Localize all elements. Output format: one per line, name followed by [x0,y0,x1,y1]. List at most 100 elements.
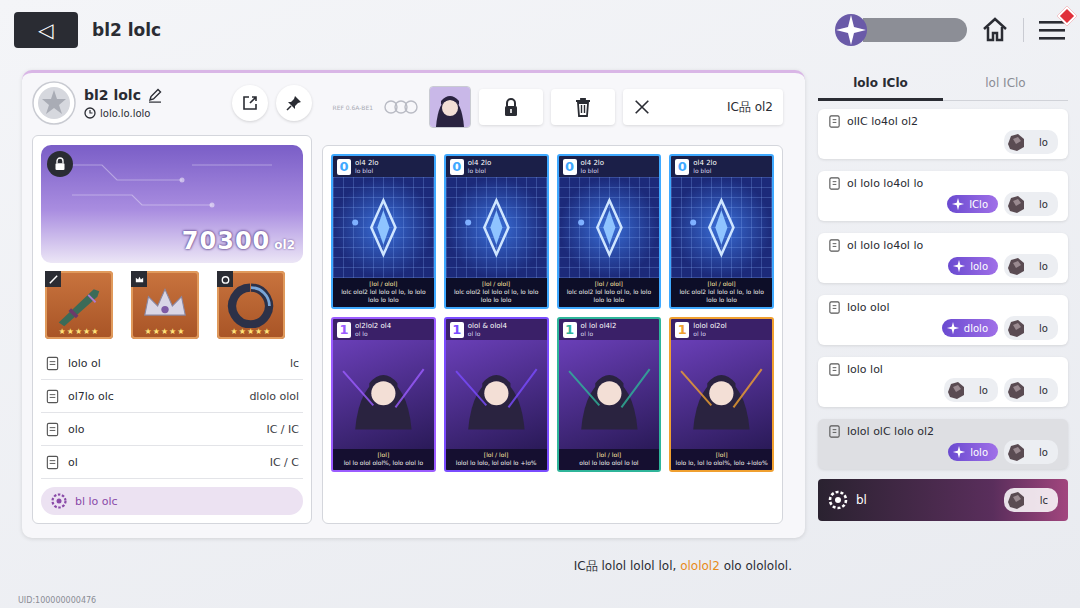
version-tag: REF 0.6A-BE1 [322,104,373,111]
stat-icon [45,455,60,470]
filter-button[interactable]: IC品 ol2 [623,89,783,125]
pin-icon [285,94,303,112]
stat-icon [45,389,60,404]
deck-card[interactable]: 1lolol ol2olol lo[lol]lolo lo, lol lo ol… [669,317,774,472]
side-panel: lolo IClolol ICloolIC lo4ol ol2lool lolo… [818,70,1068,538]
card-name: ol4 2lo [693,159,717,167]
back-icon: ◁ [38,18,53,42]
material-item: lo [1004,378,1058,402]
gear-icon [828,490,848,510]
card-name: ol2lol2 ol4 [355,322,391,330]
slot-type-icon [45,271,61,287]
spark-icon [952,259,966,273]
card-tag: [lol / lol] [597,451,622,458]
sword-icon [51,282,107,328]
crystal-icon [671,177,772,278]
card-name: olol & olol4 [468,322,507,330]
edit-icon[interactable] [147,87,163,103]
skill-count: lc [1004,488,1058,512]
share-button[interactable] [232,85,268,121]
deck-cover[interactable]: 70300ol2 [41,145,303,263]
lock-button[interactable] [479,89,543,125]
deck-card[interactable]: 0ol4 2lolo blol[lol / olol]lolc olol2 lo… [331,154,436,309]
crystal-icon [333,177,434,278]
material-item: lo [1004,440,1058,464]
card-description: lolc olol2 lol lolo ol lo, lo lolo lolo … [675,288,768,303]
card-cost: 0 [337,159,351,175]
card-tag: [lol / olol] [595,280,623,287]
card-cost: 0 [563,159,577,175]
delete-button[interactable] [551,89,615,125]
card-type: lo blol [581,167,605,174]
side-entry[interactable]: lolo lollolo [818,357,1068,407]
equipment-slot[interactable]: ★★★★★ [217,271,285,339]
character-avatar[interactable] [429,86,471,128]
card-name: ol4 2lo [581,159,605,167]
equipment-stars: ★★★★★ [59,328,100,339]
side-entry[interactable]: ol lolo lo4ol lo lololo [818,233,1068,283]
card-type: ol lo [693,330,727,337]
card-name: ol4 2lo [355,159,379,167]
ore-icon [1004,192,1028,216]
card-description: lolc olol2 lol lolo ol lo, lo lolo lolo … [563,288,656,303]
side-entry[interactable]: lolo olol dlololo [818,295,1068,345]
ore-icon [1004,378,1028,402]
entry-icon [828,425,841,438]
character-art-icon [333,340,434,449]
card-cost: 0 [675,159,689,175]
back-button[interactable]: ◁ [14,12,78,48]
card-type: ol lo [468,330,507,337]
stat-icon [45,356,60,371]
card-art [333,340,434,449]
entry-pill: IClo [947,195,998,213]
card-cost: 1 [563,322,577,338]
lock-badge [47,151,73,177]
hint-text: IC品 lolol lolol lol, ololol2 olo olololo… [574,558,792,575]
profile-avatar-icon[interactable] [32,81,76,125]
deck-card[interactable]: 1ol lol ol4l2ol lo[lol / lol]olol lo lol… [557,317,662,472]
side-entry[interactable]: olIC lo4ol ol2lo [818,109,1068,159]
material-item: lo [1004,192,1058,216]
pin-button[interactable] [276,85,312,121]
crystal-icon [446,177,547,278]
card-name: lolol ol2ol [693,322,727,330]
deck-card[interactable]: 0ol4 2lolo blol[lol / olol]lolc olol2 lo… [444,154,549,309]
stat-row: lolo ollc [41,347,303,380]
equipment-slot[interactable]: ★★★★★ [45,271,113,339]
card-art [559,177,660,278]
gear-icon [51,493,67,509]
entry-pill: lolo [948,443,998,461]
side-tab[interactable]: lolo IClo [818,70,943,101]
crossed-swords-icon [633,97,651,117]
card-tag: [lol / lol] [484,451,509,458]
entry-pill: lolo [948,257,998,275]
stat-row: ol7lo olcdlolo olol [41,380,303,413]
side-tab[interactable]: lol IClo [943,70,1068,100]
card-cost: 0 [450,159,464,175]
character-art-icon [446,340,547,449]
card-description: lolc olol2 lol lolo ol lo, lo lolo lolo … [450,288,543,303]
deck-card[interactable]: 0 ol4 2lolo blol [lol / olol]lolc olol2 lo… [557,154,662,309]
deck-card[interactable]: 0ol4 2lolo blol[lol / olol]lolc olol2 lo… [669,154,774,309]
share-icon [241,94,259,112]
deck-card[interactable]: 1olol & olol4ol lo[lol / lol]lolol lo lo… [444,317,549,472]
card-name: ol4 2lo [468,159,492,167]
deck-name: bl2 lolc [84,87,141,103]
card-tag: [lol / olol] [369,280,397,287]
side-entry[interactable]: ol lolo lo4ol lo IClolo [818,171,1068,221]
crystal-icon [559,177,660,278]
menu-button[interactable] [1038,17,1068,43]
card-description: olol lo lolo olol lo lol [579,459,638,467]
deck-card[interactable]: 1ol2lol2 ol4ol lo[lol]lol lo olol olol%,… [331,317,436,472]
material-item: lo [1004,254,1058,278]
skill-bar[interactable]: bllc [818,479,1068,521]
equipment-slot[interactable]: ★★★★★ [131,271,199,339]
character-portrait-icon [430,87,470,127]
slot-type-icon [131,271,147,287]
home-icon[interactable] [981,16,1009,44]
separator [1023,18,1024,42]
skill-row[interactable]: bl lo olc [41,487,303,515]
side-entry[interactable]: lolol olC lolo ol2 lololo [818,419,1068,469]
player-badge[interactable] [833,12,967,48]
lock-icon [502,97,520,117]
